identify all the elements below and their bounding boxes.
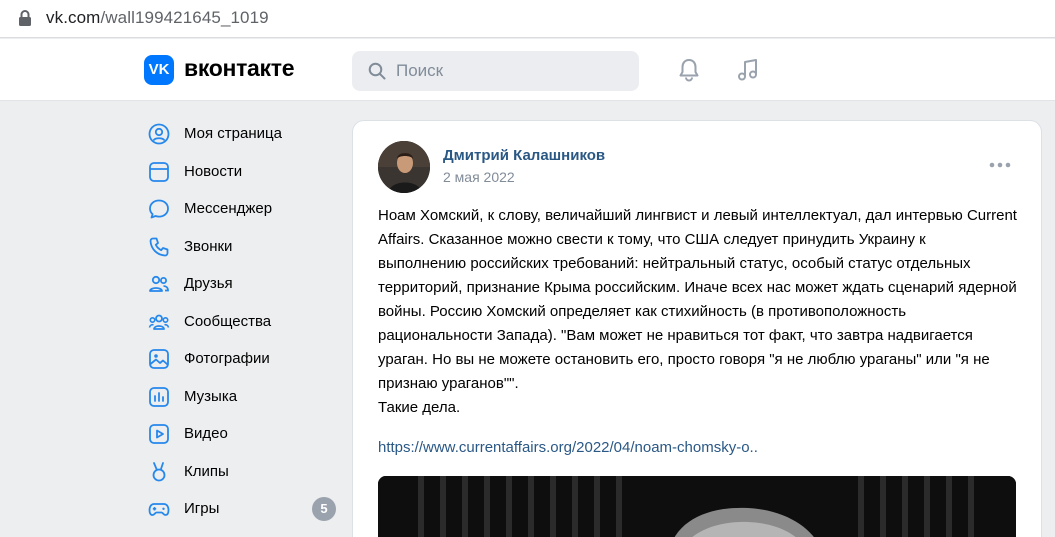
nav-label-photos: Фотографии — [184, 350, 270, 367]
browser-address-bar[interactable]: vk.com/wall199421645_1019 — [0, 0, 1055, 38]
search-box[interactable] — [352, 51, 639, 91]
gamepad-icon — [148, 503, 170, 516]
nav-item-my-page[interactable]: Моя страница — [140, 116, 340, 154]
nav-item-communities[interactable]: Сообщества — [140, 304, 340, 342]
user-circle-icon — [148, 123, 170, 145]
nav-label-games: Игры — [184, 500, 220, 517]
post-text: Ноам Хомский, к слову, величайший лингви… — [378, 204, 1018, 420]
nav-label-messenger: Мессенджер — [184, 200, 273, 217]
vk-logo-mark: VK — [148, 61, 170, 78]
photo-icon — [149, 349, 169, 369]
nav-item-calls[interactable]: Звонки — [140, 229, 340, 267]
nav-label-friends: Друзья — [184, 275, 233, 292]
avatar-photo — [378, 141, 430, 193]
nav-item-games[interactable]: Игры 5 — [140, 491, 340, 529]
nav-label-music: Музыка — [184, 387, 238, 405]
nav-label-video: Видео — [184, 425, 228, 442]
video-icon — [149, 424, 169, 444]
site-header: VK вконтакте — [0, 39, 1055, 101]
games-counter-badge: 5 — [312, 497, 336, 521]
music-icon — [149, 386, 169, 407]
post-body: Ноам Хомский, к слову, величайший лингви… — [378, 207, 1017, 392]
nav-item-clips[interactable]: Клипы — [140, 454, 340, 492]
left-navigation: Моя страница Новости Мессенджер Звонки Д… — [140, 116, 340, 529]
post-author-name[interactable]: Дмитрий Калашников — [443, 147, 605, 164]
brand-name[interactable]: вконтакте — [184, 55, 295, 82]
url-host: vk.com — [46, 8, 101, 27]
author-avatar[interactable] — [378, 141, 430, 193]
post-body-tail: Такие дела. — [378, 399, 461, 416]
attached-photo-image — [378, 476, 1016, 537]
message-bubble-icon — [149, 199, 169, 219]
wall-post: Дмитрий Калашников 2 мая 2022 Ноам Хомск… — [352, 120, 1042, 537]
nav-label-clips: Клипы — [184, 462, 229, 480]
phone-icon — [149, 237, 169, 256]
nav-label-news: Новости — [184, 162, 243, 180]
news-icon — [149, 161, 169, 182]
url-text[interactable]: vk.com/wall199421645_1019 — [46, 8, 269, 28]
nav-item-video[interactable]: Видео — [140, 416, 340, 454]
music-note-icon[interactable] — [734, 56, 762, 84]
clips-icon — [152, 461, 166, 481]
more-options-icon[interactable] — [987, 157, 1013, 173]
nav-item-photos[interactable]: Фотографии — [140, 341, 340, 379]
post-date[interactable]: 2 мая 2022 — [443, 169, 515, 185]
nav-item-news[interactable]: Новости — [140, 154, 340, 192]
communities-icon — [148, 314, 170, 330]
post-external-link[interactable]: https://www.currentaffairs.org/2022/04/n… — [378, 439, 758, 456]
nav-item-friends[interactable]: Друзья — [140, 266, 340, 304]
friends-icon — [149, 275, 169, 292]
search-input[interactable] — [396, 51, 626, 91]
bell-icon[interactable] — [675, 56, 703, 84]
nav-item-music[interactable]: Музыка — [140, 379, 340, 417]
vk-logo[interactable]: VK — [144, 55, 174, 85]
nav-label-communities: Сообщества — [184, 312, 272, 330]
url-path: /wall199421645_1019 — [100, 8, 269, 27]
post-attached-photo[interactable] — [378, 476, 1016, 537]
nav-item-messenger[interactable]: Мессенджер — [140, 191, 340, 229]
nav-label-my-page: Моя страница — [184, 125, 282, 142]
search-icon — [368, 62, 386, 80]
lock-icon — [19, 10, 31, 26]
nav-label-calls: Звонки — [184, 237, 233, 255]
